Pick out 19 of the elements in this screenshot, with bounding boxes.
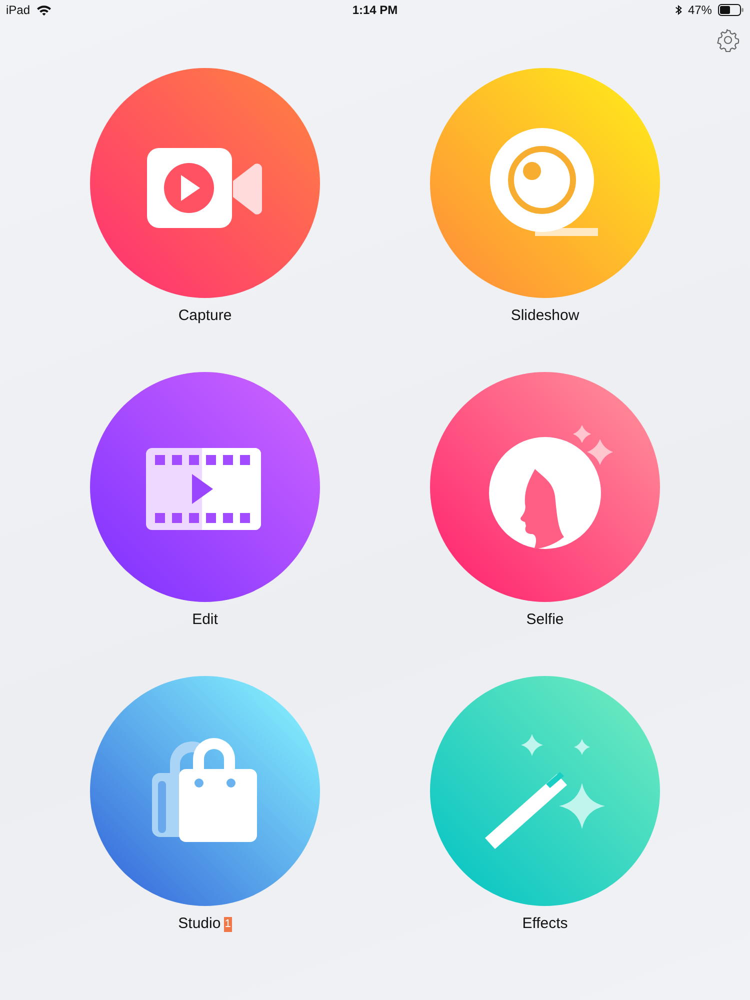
app-tile-button[interactable]: Capture — [90, 68, 320, 326]
profile-silhouette-icon — [430, 372, 660, 602]
settings-button[interactable] — [714, 26, 742, 54]
app-tile-button[interactable]: Studio 1 — [90, 676, 320, 934]
bluetooth-icon — [674, 4, 682, 16]
app-tile-button[interactable]: Effects — [430, 676, 660, 934]
count-badge: 1 — [224, 916, 232, 932]
battery-percent: 47% — [688, 3, 712, 17]
magic-wand-icon — [430, 676, 660, 906]
app-tile-button[interactable]: Selfie — [430, 372, 660, 630]
wifi-icon — [36, 4, 52, 16]
film-strip-icon — [90, 372, 320, 602]
carrier-label: iPad — [6, 3, 30, 17]
app-tile-button[interactable]: Slideshow — [430, 68, 660, 326]
shopping-bag-icon — [90, 676, 320, 906]
battery-icon — [718, 4, 744, 16]
app-tile-button[interactable]: Edit — [90, 372, 320, 630]
clock-time: 1:14 PM — [352, 3, 398, 17]
video-camera-icon — [90, 68, 320, 298]
